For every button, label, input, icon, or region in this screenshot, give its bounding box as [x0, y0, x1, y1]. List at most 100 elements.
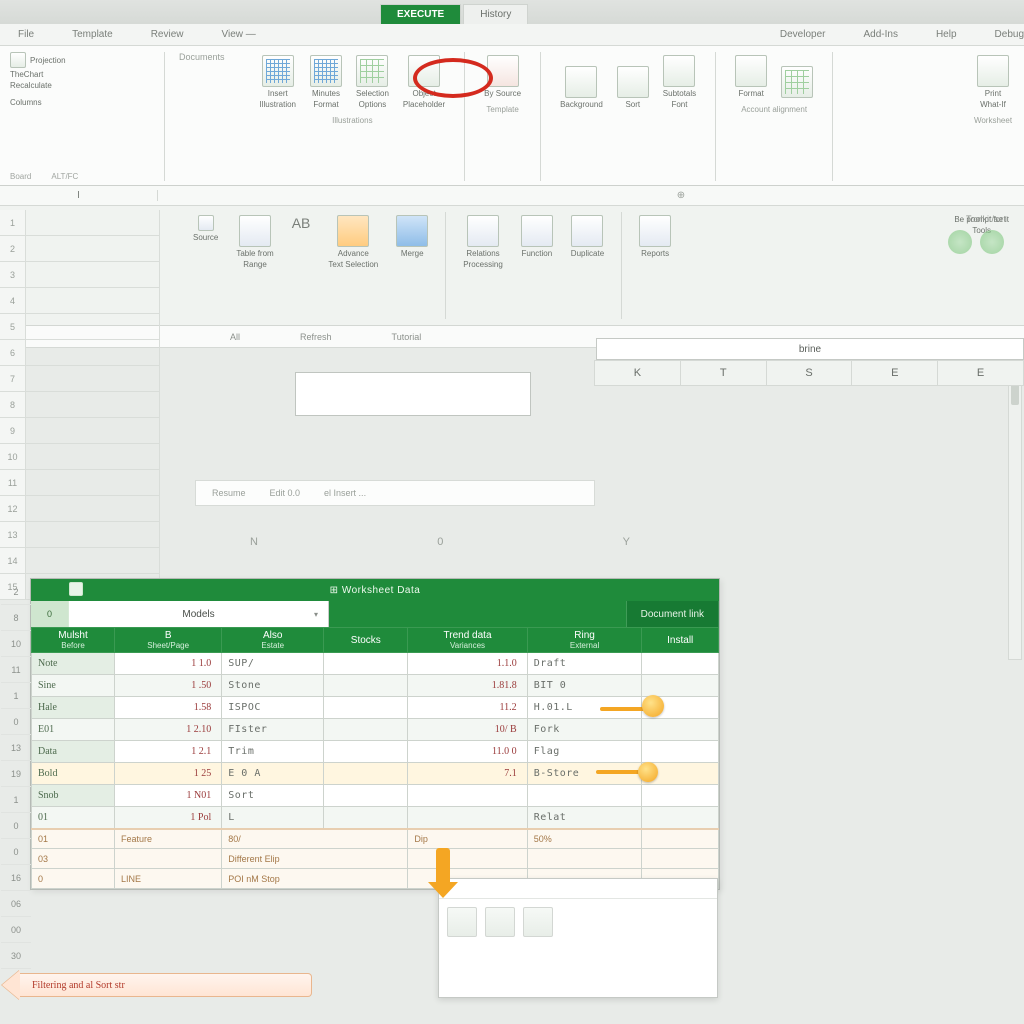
- ribbon-btn-background[interactable]: Background: [555, 63, 608, 112]
- row-number[interactable]: 06: [1, 891, 31, 917]
- popup-option-2[interactable]: [485, 907, 515, 937]
- source-icon: [198, 215, 214, 231]
- row-number[interactable]: 13: [1, 735, 31, 761]
- ribbon-left-sub3: Columns: [10, 98, 42, 107]
- document-icon: [10, 52, 26, 68]
- annotated-icon: [487, 55, 519, 87]
- row-number[interactable]: 1: [1, 683, 31, 709]
- table-row[interactable]: Note1 1.0SUP/1.1.0Draft: [32, 653, 719, 675]
- col-S[interactable]: S: [767, 360, 853, 386]
- menu-view[interactable]: View —: [222, 29, 256, 40]
- table-row[interactable]: E011 2.10FIster10/ BFork: [32, 719, 719, 741]
- table-header[interactable]: BSheet/Page: [115, 628, 222, 653]
- table-row-truncated[interactable]: 03 Different Elip: [32, 849, 719, 869]
- col-T[interactable]: T: [681, 360, 767, 386]
- table-row[interactable]: Data1 2.1Trim11.0 0Flag: [32, 741, 719, 763]
- col-K[interactable]: K: [594, 360, 681, 386]
- row-number[interactable]: 30: [1, 943, 31, 969]
- ribbon-btn-conditional[interactable]: [776, 63, 818, 101]
- table-header[interactable]: AlsoEstate: [222, 628, 324, 653]
- tab-models[interactable]: Models: [69, 601, 329, 627]
- r2-reports[interactable]: Reports: [634, 212, 676, 319]
- ribbon-btn-selection[interactable]: Selection Options: [351, 52, 394, 112]
- ribbon-btn-annotated[interactable]: By Source: [479, 52, 526, 101]
- row-number[interactable]: 11: [1, 657, 31, 683]
- large-input-box[interactable]: [295, 372, 531, 416]
- menu-developer[interactable]: Developer: [780, 29, 826, 40]
- table-header[interactable]: Trend dataVariances: [408, 628, 527, 653]
- ribbon-btn-format[interactable]: Format: [730, 52, 772, 101]
- ribbon-btn-insert[interactable]: Insert Illustration: [255, 52, 301, 112]
- r2-function[interactable]: Function: [516, 212, 558, 319]
- r2-relations[interactable]: RelationsProcessing: [458, 212, 508, 319]
- mid-resume[interactable]: Resume: [212, 488, 246, 498]
- name-box[interactable]: I: [0, 190, 158, 201]
- menu-debug[interactable]: Debug: [995, 29, 1024, 40]
- table-header[interactable]: Install: [642, 628, 719, 653]
- r2-table[interactable]: Table fromRange: [231, 212, 278, 319]
- ribbon-btn-sort[interactable]: Sort: [612, 63, 654, 112]
- sort-icon: [617, 66, 649, 98]
- r2-advance[interactable]: AdvanceText Selection: [323, 212, 383, 319]
- mid-insert[interactable]: el Insert ...: [324, 488, 366, 498]
- ribbon-footnote-2: ALT/FC: [51, 172, 78, 181]
- row-number[interactable]: 16: [1, 865, 31, 891]
- tab-execute[interactable]: EXECUTE: [380, 4, 461, 24]
- table-header[interactable]: Stocks: [324, 628, 408, 653]
- table-row[interactable]: 011 PolLRelat: [32, 807, 719, 829]
- title-tab-strip: EXECUTE History: [0, 0, 1024, 24]
- popup-option-3[interactable]: [523, 907, 553, 937]
- r2-source[interactable]: Source: [188, 212, 223, 319]
- row-number[interactable]: 0: [1, 709, 31, 735]
- popup-panel[interactable]: [438, 878, 718, 998]
- row-number[interactable]: 00: [1, 917, 31, 943]
- ribbon-btn-print[interactable]: Print What-If: [972, 52, 1014, 112]
- table-header[interactable]: MulshtBefore: [32, 628, 115, 653]
- mid-edit[interactable]: Edit 0.0: [270, 488, 301, 498]
- subbar-refresh[interactable]: Refresh: [300, 332, 332, 342]
- row-number[interactable]: 19: [1, 761, 31, 787]
- column-headers-strip: K T S E E: [594, 360, 1024, 386]
- tab-history[interactable]: History: [463, 4, 528, 24]
- subbar-tutorial[interactable]: Tutorial: [392, 332, 422, 342]
- menu-template[interactable]: Template: [72, 29, 113, 40]
- row-number[interactable]: 1: [1, 787, 31, 813]
- tab-spacer: [329, 601, 627, 627]
- table-row[interactable]: Snob1 N01Sort: [32, 785, 719, 807]
- table-row[interactable]: Bold1 25E 0 A7.1B-Store: [32, 763, 719, 785]
- table-row-truncated[interactable]: 01Feature80/Dip50%: [32, 829, 719, 849]
- r2-ab[interactable]: AB: [287, 212, 316, 319]
- r2-duplicate[interactable]: Duplicate: [566, 212, 609, 319]
- row-number[interactable]: 8: [1, 605, 31, 631]
- col-E2[interactable]: E: [938, 360, 1024, 386]
- menu-file[interactable]: File: [18, 29, 34, 40]
- tab-document-link[interactable]: Document link: [627, 601, 719, 627]
- popup-option-1[interactable]: [447, 907, 477, 937]
- vertical-scrollbar[interactable]: [1008, 360, 1022, 660]
- table-header[interactable]: RingExternal: [527, 628, 642, 653]
- table-row[interactable]: Sine1 .50Stone1.81.8BIT 0: [32, 675, 719, 697]
- menu-addins[interactable]: Add-Ins: [863, 29, 897, 40]
- tab-corner[interactable]: 0: [31, 601, 69, 627]
- advance-icon: [337, 215, 369, 247]
- table-row[interactable]: Hale1.58ISPOC11.2H.01.L: [32, 697, 719, 719]
- row-number[interactable]: 0: [1, 813, 31, 839]
- r2-merge[interactable]: Merge: [391, 212, 433, 319]
- row-number[interactable]: 2: [1, 579, 31, 605]
- formula-bar: I ⊕: [0, 186, 1024, 206]
- callout-text: Filtering and al Sort str: [20, 973, 312, 997]
- ribbon-btn-object[interactable]: Object Placeholder: [398, 52, 450, 112]
- ribbon-btn-minutes[interactable]: Minutes Format: [305, 52, 347, 112]
- duplicate-icon: [571, 215, 603, 247]
- row-number[interactable]: 0: [1, 839, 31, 865]
- subbar-all[interactable]: All: [230, 332, 240, 342]
- ribbon-btn-subtotals[interactable]: Subtotals Font: [658, 52, 701, 112]
- ribbon-tab-documents[interactable]: Documents: [179, 52, 225, 62]
- greengrid-icon: [356, 55, 388, 87]
- col-E1[interactable]: E: [852, 360, 938, 386]
- menu-help[interactable]: Help: [936, 29, 957, 40]
- callout-arrow: Filtering and al Sort str: [2, 970, 312, 1000]
- r2-prompt[interactable]: Be prompt for itTools: [949, 212, 1014, 319]
- menu-review[interactable]: Review: [151, 29, 184, 40]
- row-number[interactable]: 10: [1, 631, 31, 657]
